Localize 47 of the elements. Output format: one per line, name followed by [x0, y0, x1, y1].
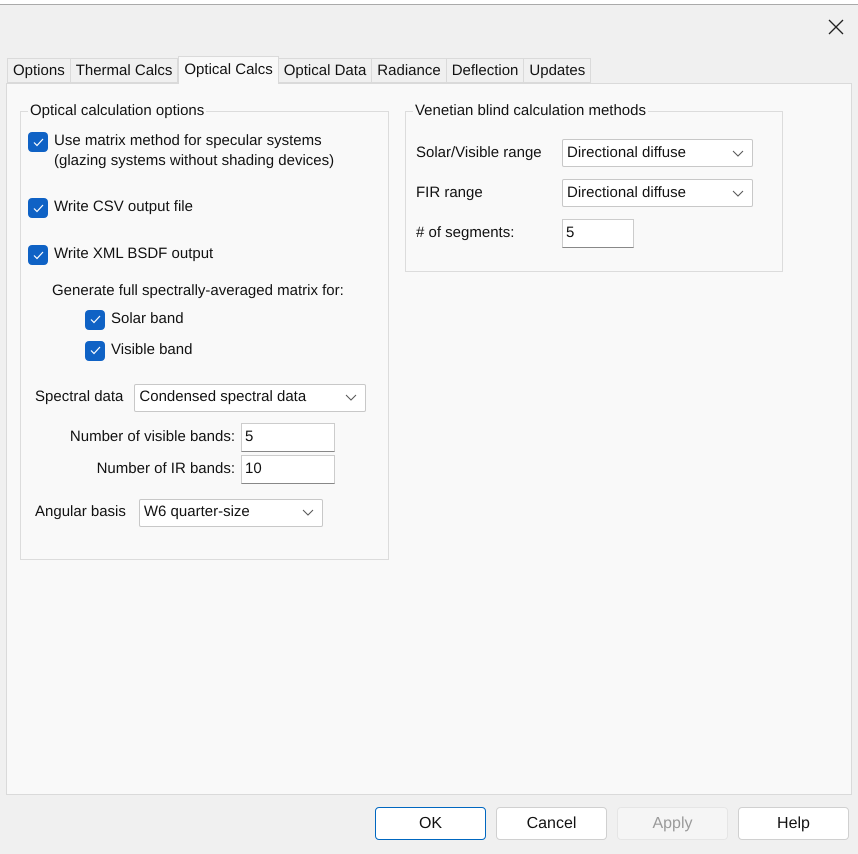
checkmark-icon — [90, 346, 100, 355]
dropdown[interactable]: Condensed spectral data — [134, 384, 366, 412]
checkmark-icon — [32, 138, 44, 146]
chevron-down-icon — [345, 394, 358, 401]
checkbox-label: Write XML BSDF output — [54, 244, 214, 264]
field-label: FIR range — [416, 182, 484, 203]
dialog-button[interactable]: OK — [375, 807, 486, 840]
checkbox-label: Use matrix method for specular systems — [54, 131, 323, 151]
close-icon[interactable] — [828, 18, 844, 34]
checkbox[interactable] — [28, 245, 48, 265]
checkbox[interactable] — [85, 340, 105, 360]
chevron-down-icon — [302, 509, 314, 516]
input-field[interactable]: 5 — [241, 422, 335, 452]
field-label: Spectral data — [35, 387, 124, 408]
tab[interactable]: Radiance — [371, 58, 447, 83]
tab[interactable]: Optical Data — [278, 58, 372, 83]
group-title: Optical calculation options — [28, 101, 206, 121]
checkbox-label: Write CSV output file — [54, 197, 193, 217]
matrix-note: Generate full spectrally-averaged matrix for: — [52, 281, 345, 301]
tab[interactable]: Updates — [523, 58, 592, 83]
checkmark-icon — [90, 315, 100, 324]
field-label: # of segments: — [416, 223, 516, 244]
dropdown[interactable]: W6 quarter-size — [138, 498, 323, 526]
dialog-button[interactable]: Cancel — [496, 807, 607, 840]
checkbox[interactable] — [28, 198, 48, 218]
checkbox-label: Solar band — [111, 308, 184, 328]
tab[interactable]: Options — [7, 58, 71, 83]
chevron-down-icon — [732, 190, 744, 196]
field-label: Number of visible bands: — [70, 426, 235, 447]
field-label: Number of IR bands: — [96, 458, 235, 479]
field-label: Angular basis — [35, 502, 126, 522]
chevron-down-icon — [732, 150, 744, 156]
checkmark-icon — [32, 204, 44, 212]
dialog-button[interactable]: Help — [738, 807, 849, 840]
dropdown[interactable]: Directional diffuse — [562, 139, 753, 167]
field-label: Solar/Visible range — [416, 142, 543, 163]
tab[interactable]: Thermal Calcs — [70, 58, 178, 83]
checkmark-icon — [32, 250, 44, 260]
checkbox[interactable] — [85, 310, 105, 330]
dropdown[interactable]: Directional diffuse — [562, 179, 753, 207]
checkbox-sublabel: (glazing systems without shading devices) — [54, 151, 334, 171]
checkbox[interactable] — [28, 132, 48, 152]
input-field[interactable]: 10 — [241, 454, 335, 484]
input-field[interactable]: 5 — [562, 219, 634, 248]
tab[interactable]: Deflection — [446, 58, 524, 83]
tab[interactable]: Optical Calcs — [178, 56, 279, 84]
checkbox-label: Visible band — [111, 340, 192, 360]
